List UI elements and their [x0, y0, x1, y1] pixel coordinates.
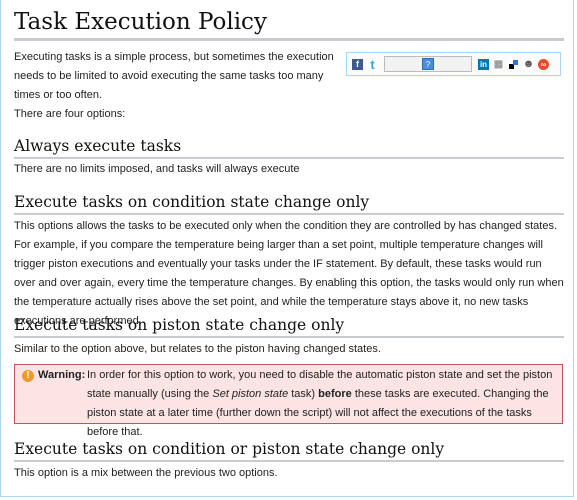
warning-label: Warning: [38, 369, 86, 381]
warning-icon: ! [22, 370, 34, 382]
section-heading-condition-or-piston: Execute tasks on condition or piston sta… [14, 439, 564, 462]
warning-emphasis: before [318, 388, 352, 400]
digg-icon[interactable]: ▦ [493, 58, 504, 70]
warning-task-name: Set piston state [212, 388, 289, 400]
section-body-condition: This options allows the tasks to be exec… [14, 220, 564, 327]
twitter-icon[interactable]: t [367, 57, 378, 72]
section-body-piston: Similar to the option above, but relates… [14, 343, 381, 355]
article-content: Task Execution Policy Executing tasks is… [0, 0, 574, 497]
section-body-always: There are no limits imposed, and tasks w… [14, 163, 300, 175]
stumbleupon-icon[interactable]: ∞ [538, 58, 549, 70]
share-bar: f t ? in ▦ ☻ ∞ [346, 52, 561, 76]
warning-text-part: task) [288, 388, 319, 400]
warning-text: In order for this option to work, you ne… [87, 366, 557, 442]
share-search-box[interactable]: ? [384, 56, 472, 72]
delicious-icon[interactable] [508, 58, 519, 70]
options-intro: There are four options: [14, 108, 126, 120]
section-body-condition-or-piston: This option is a mix between the previou… [14, 467, 278, 479]
warning-box: ! Warning: In order for this option to w… [14, 364, 563, 438]
section-heading-always: Always execute tasks [14, 136, 564, 159]
linkedin-icon[interactable]: in [478, 58, 489, 70]
section-heading-piston: Execute tasks on piston state change onl… [14, 315, 564, 338]
intro-paragraph: Executing tasks is a simple process, but… [14, 51, 334, 101]
facebook-icon[interactable]: f [352, 58, 363, 70]
section-heading-condition: Execute tasks on condition state change … [14, 192, 564, 215]
help-icon[interactable]: ? [422, 58, 434, 70]
page-title: Task Execution Policy [14, 8, 564, 41]
reddit-icon[interactable]: ☻ [523, 58, 535, 70]
